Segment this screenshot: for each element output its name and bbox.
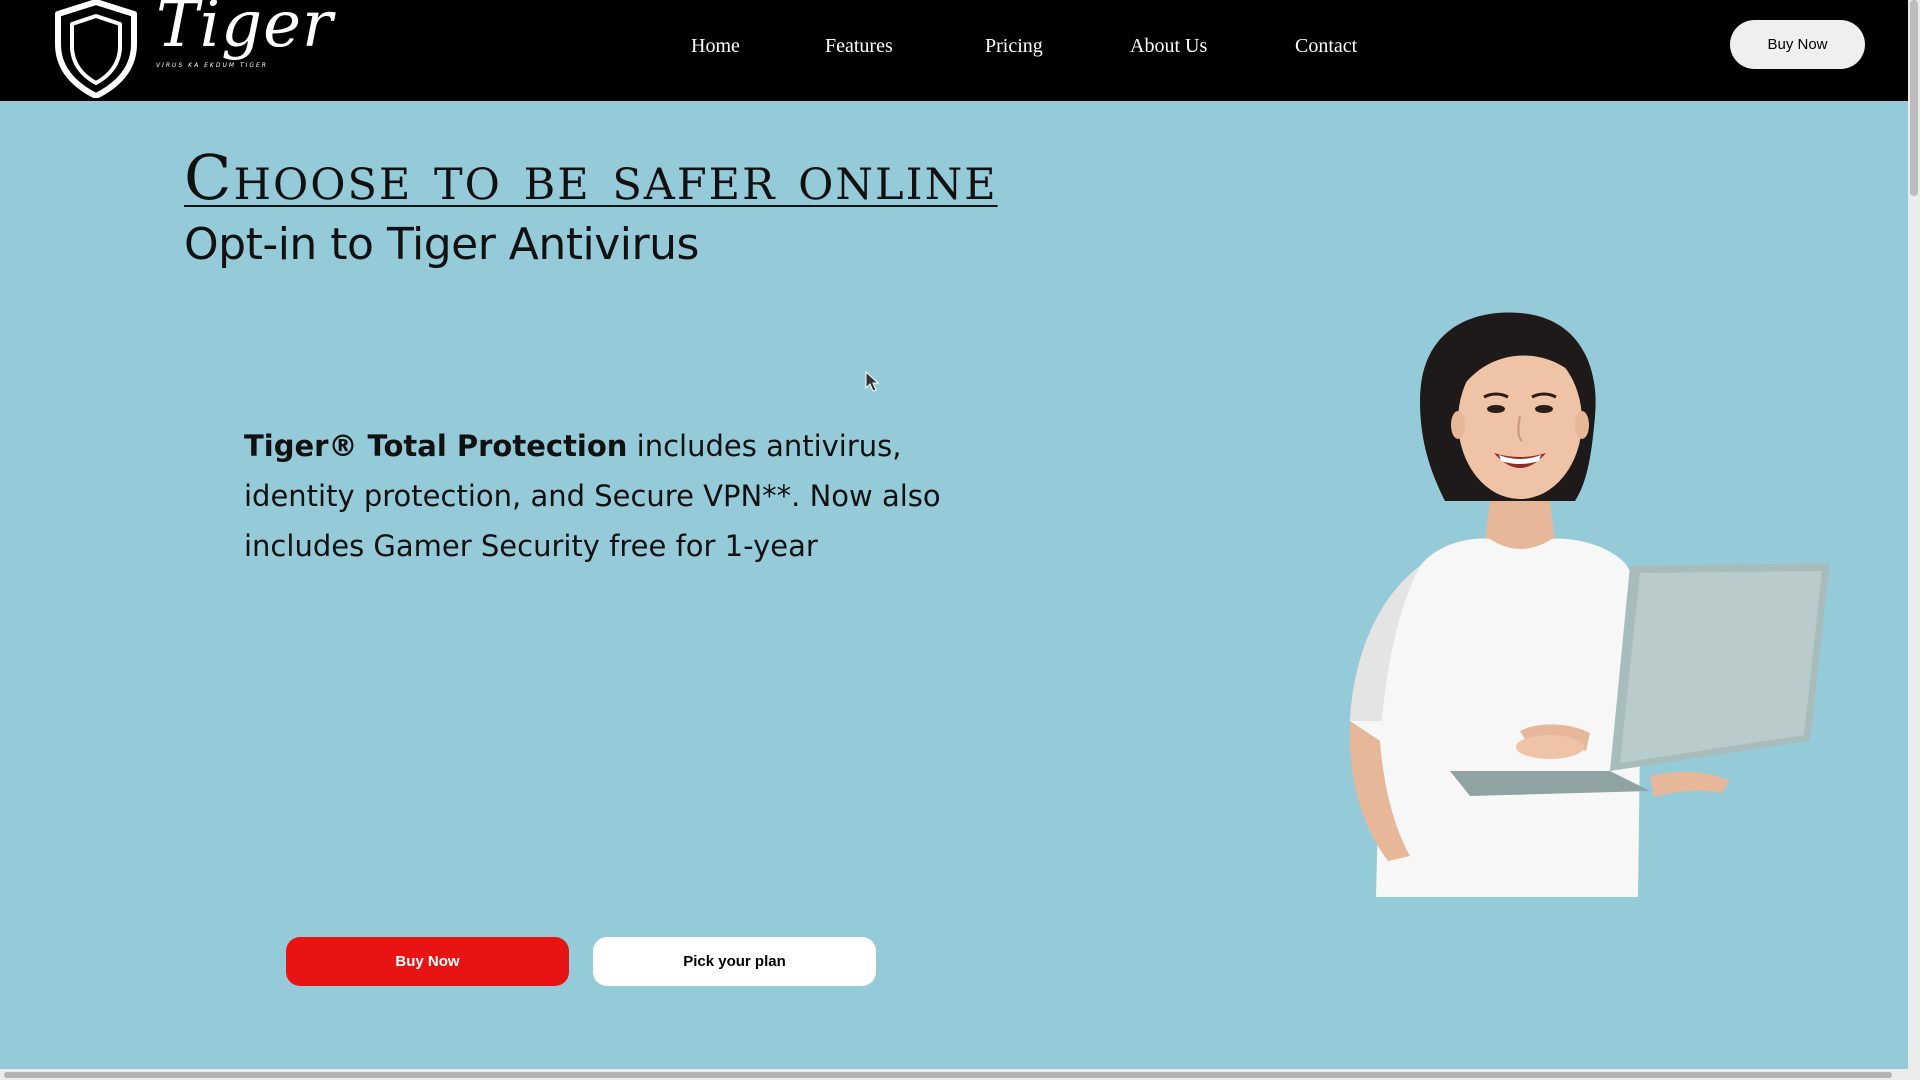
nav-contact[interactable]: Contact	[1295, 35, 1357, 58]
hero-description: Tiger® Total Protection includes antivir…	[244, 421, 1004, 571]
nav-home[interactable]: Home	[691, 35, 740, 58]
pick-your-plan-button[interactable]: Pick your plan	[593, 937, 876, 986]
horizontal-scrollbar-thumb[interactable]	[4, 1072, 1892, 1078]
hero-subtitle: Opt-in to Tiger Antivirus	[184, 219, 699, 270]
site-header: Tiger VIRUS KA EKDUM TIGER Home Features…	[0, 0, 1908, 101]
hero-title: Choose to be safer online	[184, 141, 998, 214]
hero-section: Choose to be safer online Opt-in to Tige…	[0, 101, 1908, 1069]
nav-features[interactable]: Features	[825, 35, 893, 58]
nav-about-us[interactable]: About Us	[1130, 35, 1207, 58]
vertical-scrollbar[interactable]	[1908, 0, 1920, 1080]
product-name: Tiger® Total Protection	[244, 429, 628, 463]
vertical-scrollbar-thumb[interactable]	[1910, 0, 1918, 196]
horizontal-scrollbar[interactable]	[0, 1069, 1908, 1080]
main-nav: Home Features Pricing About Us Contact	[0, 0, 1908, 92]
mouse-cursor-icon	[865, 371, 879, 392]
woman-with-laptop-image	[1349, 312, 1830, 897]
hero-buy-now-button[interactable]: Buy Now	[286, 937, 569, 986]
nav-pricing[interactable]: Pricing	[985, 35, 1043, 58]
header-buy-now-button[interactable]: Buy Now	[1730, 20, 1865, 69]
